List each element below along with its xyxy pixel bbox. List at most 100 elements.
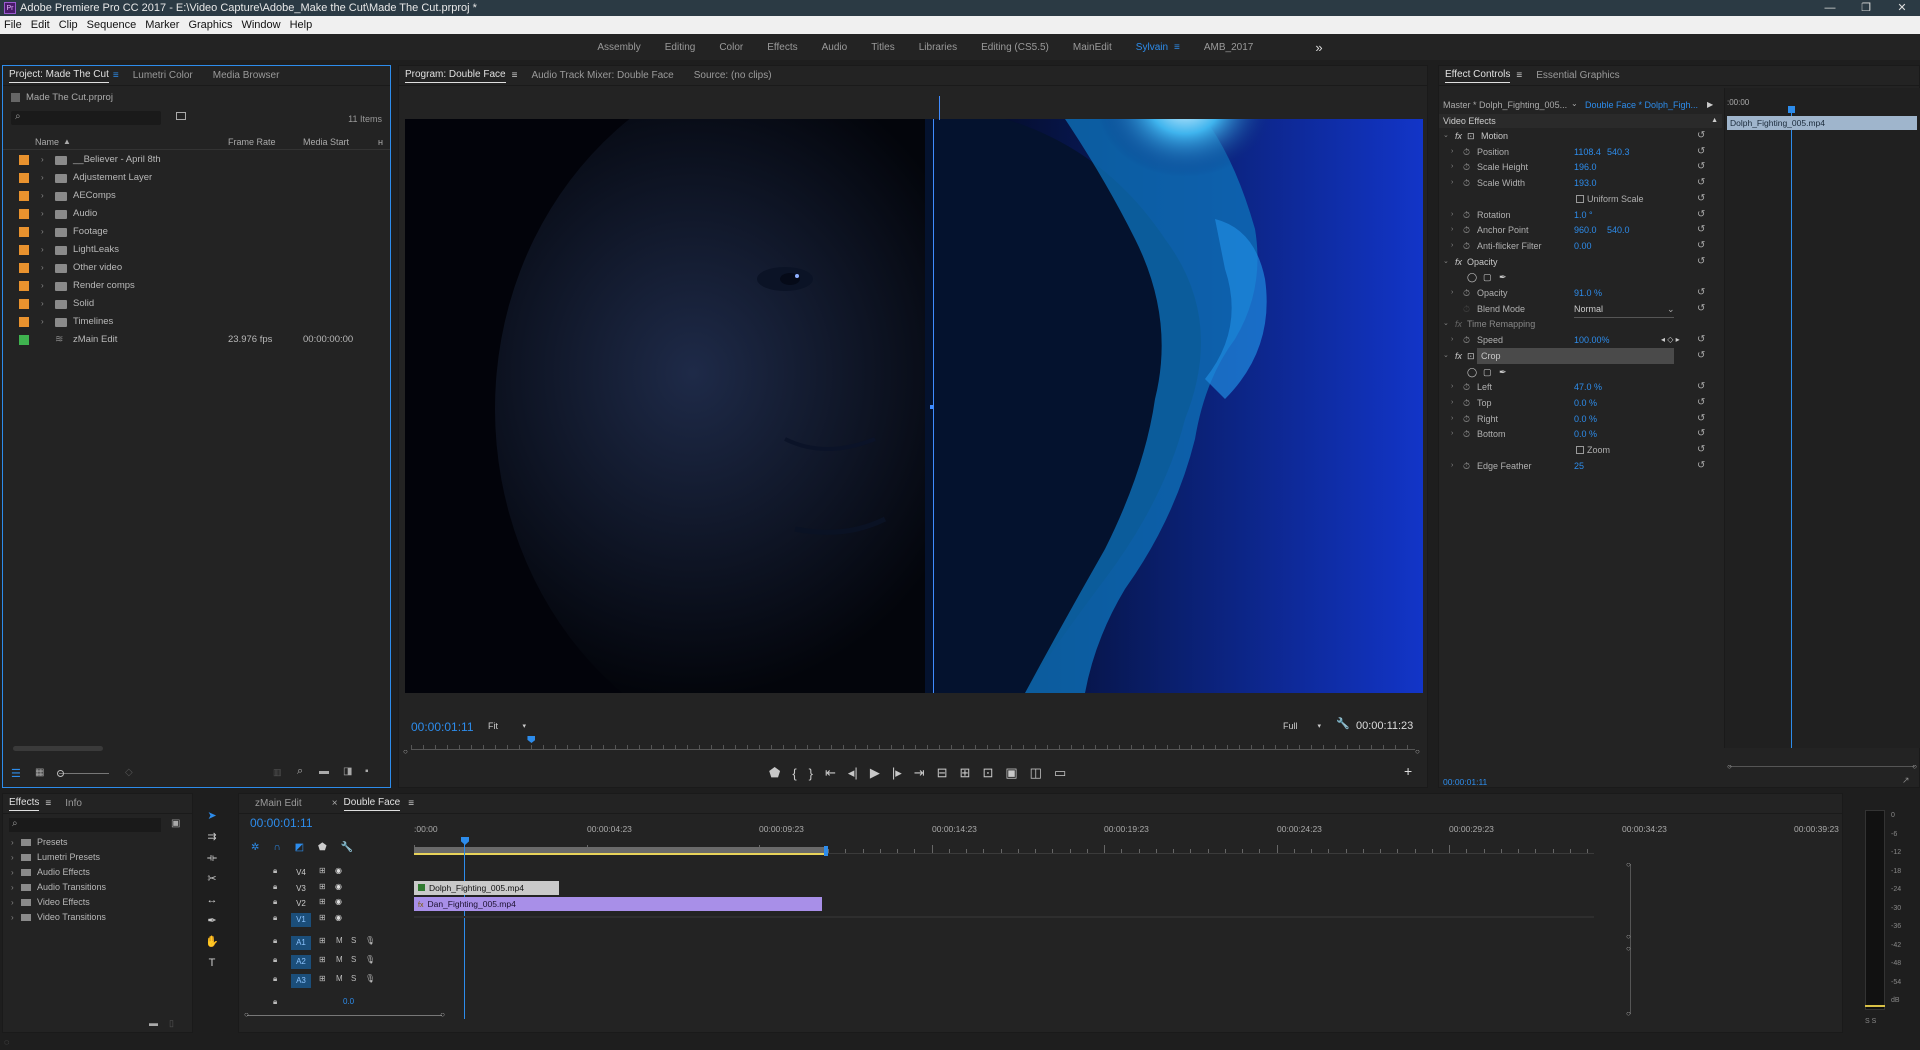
clear-icon[interactable]: ▪ [365, 766, 369, 777]
effect-property-row[interactable]: › ⏱ Left 47.0 % ↺ [1439, 379, 1714, 395]
effect-property-row[interactable]: › ⏱ Speed 100.00% ◂ ◇ ▸ ↺ [1439, 332, 1714, 348]
tab-media-browser[interactable]: Media Browser [213, 70, 280, 81]
microphone-icon[interactable]: 🎙︎ [365, 955, 375, 964]
pen-mask-icon[interactable]: ✒ [1499, 364, 1507, 380]
menu-clip[interactable]: Clip [59, 16, 78, 34]
project-item[interactable]: › Footage [3, 223, 390, 241]
workspace-menu-icon[interactable]: ≡ [1174, 42, 1180, 53]
stopwatch-icon[interactable]: ⏱ [1463, 238, 1470, 254]
track-target-a3[interactable]: A3 [291, 974, 311, 988]
lock-icon[interactable]: 🔒︎ [273, 974, 277, 984]
project-item[interactable]: ≋ zMain Edit 23.976 fps 00:00:00:00 [3, 331, 390, 349]
lock-icon[interactable]: 🔒︎ [273, 866, 277, 876]
property-value[interactable]: 25 [1574, 458, 1584, 474]
expand-arrow-icon[interactable]: › [1451, 458, 1453, 474]
project-search-input[interactable]: ⌕ [11, 111, 161, 125]
track-target-v4[interactable]: V4 [291, 866, 311, 880]
expand-arrow-icon[interactable]: › [1451, 159, 1453, 175]
reset-icon[interactable]: ↺ [1697, 426, 1705, 442]
selection-tool-icon[interactable]: ➤ [204, 808, 220, 824]
project-scrollbar[interactable] [13, 746, 103, 751]
ripple-edit-tool-icon[interactable]: ⟛ [204, 850, 220, 866]
stopwatch-icon[interactable]: ⏱ [1463, 285, 1470, 301]
eye-icon[interactable]: ◉ [335, 866, 342, 875]
sync-lock-icon[interactable]: ⊞ [319, 913, 326, 922]
project-search-field[interactable] [27, 111, 159, 125]
sequence-clip-label[interactable]: Double Face * Dolph_Figh... [1585, 100, 1698, 110]
stopwatch-icon[interactable]: ⏱ [1463, 207, 1470, 223]
reset-icon[interactable]: ↺ [1697, 348, 1705, 364]
effect-property-row[interactable]: ⌄ fx Opacity ↺ [1439, 254, 1714, 270]
expand-arrow-icon[interactable]: › [41, 187, 44, 205]
type-tool-icon[interactable]: T [204, 955, 220, 971]
timeline-v-scrollbar[interactable]: ○ ○ ○ ○ [1626, 860, 1631, 1018]
lift-icon[interactable]: ⊟ [937, 765, 948, 781]
expand-arrow-icon[interactable]: › [11, 910, 14, 925]
reset-icon[interactable]: ↺ [1697, 285, 1705, 301]
microphone-icon[interactable]: 🎙︎ [365, 936, 375, 945]
checkbox[interactable] [1576, 194, 1584, 203]
new-bin-icon[interactable]: ▬ [149, 1018, 158, 1028]
sync-lock-icon[interactable]: ⊞ [319, 882, 326, 891]
project-item[interactable]: › Adjustement Layer [3, 169, 390, 187]
fx-toggle-icon[interactable]: fx [1455, 254, 1462, 270]
fit-dropdown[interactable]: Fit ▾ [484, 719, 528, 734]
effect-property-row[interactable]: › ⏱ Scale Height 196.0 ↺ [1439, 159, 1714, 175]
work-area-end-handle[interactable] [824, 846, 828, 856]
keyframe-nav-icon[interactable]: ◂ ◇ ▸ [1661, 332, 1680, 348]
ellipse-mask-icon[interactable]: ◯ [1467, 269, 1477, 285]
track-select-tool-icon[interactable]: ⇉ [204, 829, 220, 845]
expand-arrow-icon[interactable]: ⌄ [1443, 128, 1449, 144]
workspace-audio[interactable]: Audio [822, 42, 848, 53]
add-marker-icon[interactable]: ⬟ [318, 842, 327, 853]
clip-v3[interactable]: Dolph_Fighting_005.mp4 [414, 881, 559, 895]
expand-arrow-icon[interactable]: › [41, 241, 44, 259]
checkbox[interactable] [1576, 446, 1584, 454]
automate-icon[interactable]: ▥ [273, 767, 282, 778]
reset-icon[interactable]: ↺ [1697, 442, 1705, 458]
reset-icon[interactable]: ↺ [1697, 128, 1705, 144]
workspace-sylvain[interactable]: Sylvain [1136, 42, 1168, 53]
effects-menu-icon[interactable]: ≡ [45, 798, 51, 809]
project-item[interactable]: › AEComps [3, 187, 390, 205]
project-item[interactable]: › Audio [3, 205, 390, 223]
solo-button[interactable]: S [351, 955, 356, 964]
expand-arrow-icon[interactable]: › [1451, 395, 1453, 411]
program-menu-icon[interactable]: ≡ [512, 70, 518, 81]
track-target-a2[interactable]: A2 [291, 955, 311, 969]
eye-icon[interactable]: ◉ [335, 882, 342, 891]
mute-button[interactable]: M [336, 936, 343, 945]
property-value[interactable]: 196.0 [1574, 159, 1597, 175]
project-item[interactable]: › Other video [3, 259, 390, 277]
column-media-start[interactable]: Media Start [303, 134, 349, 150]
snap-icon[interactable]: ∩ [273, 842, 280, 853]
reset-icon[interactable]: ↺ [1697, 175, 1705, 191]
add-marker-icon[interactable]: ⬟ [769, 765, 780, 781]
lock-icon[interactable]: 🔒︎ [273, 913, 277, 923]
column-frame-rate[interactable]: Frame Rate [228, 134, 276, 150]
find-icon[interactable]: ⌕ [297, 765, 303, 778]
tab-effect-controls[interactable]: Effect Controls [1445, 69, 1511, 83]
chevron-down-icon[interactable]: ⌄ [1571, 99, 1578, 108]
lock-icon[interactable]: 🔒︎ [273, 897, 277, 907]
stopwatch-icon[interactable]: ⏱ [1463, 379, 1470, 395]
expand-arrow-icon[interactable]: › [1451, 332, 1453, 348]
effect-property-row[interactable]: ⌄ fx ⊡ Crop ↺ [1439, 347, 1714, 364]
sync-lock-icon[interactable]: ⊞ [319, 974, 326, 983]
workspace-editing[interactable]: Editing [665, 42, 696, 53]
project-item[interactable]: › LightLeaks [3, 241, 390, 259]
expand-arrow-icon[interactable]: ⌄ [1443, 254, 1449, 270]
workspace-color[interactable]: Color [719, 42, 743, 53]
property-value[interactable]: 100.00% [1574, 332, 1610, 348]
effect-property-row[interactable]: ◯ ▢ ✒ [1439, 364, 1714, 380]
work-area-bar[interactable] [414, 847, 826, 855]
tab-info[interactable]: Info [65, 798, 82, 809]
expand-arrow-icon[interactable]: › [41, 259, 44, 277]
label-color-swatch[interactable] [19, 227, 29, 237]
close-icon[interactable]: ✕ [1884, 0, 1920, 16]
sync-lock-icon[interactable]: ⊞ [319, 866, 326, 875]
workspace-libraries[interactable]: Libraries [919, 42, 957, 53]
mark-out-icon[interactable]: } [809, 766, 813, 781]
expand-arrow-icon[interactable]: › [1451, 238, 1453, 254]
button-editor-icon[interactable]: + [1404, 763, 1412, 779]
